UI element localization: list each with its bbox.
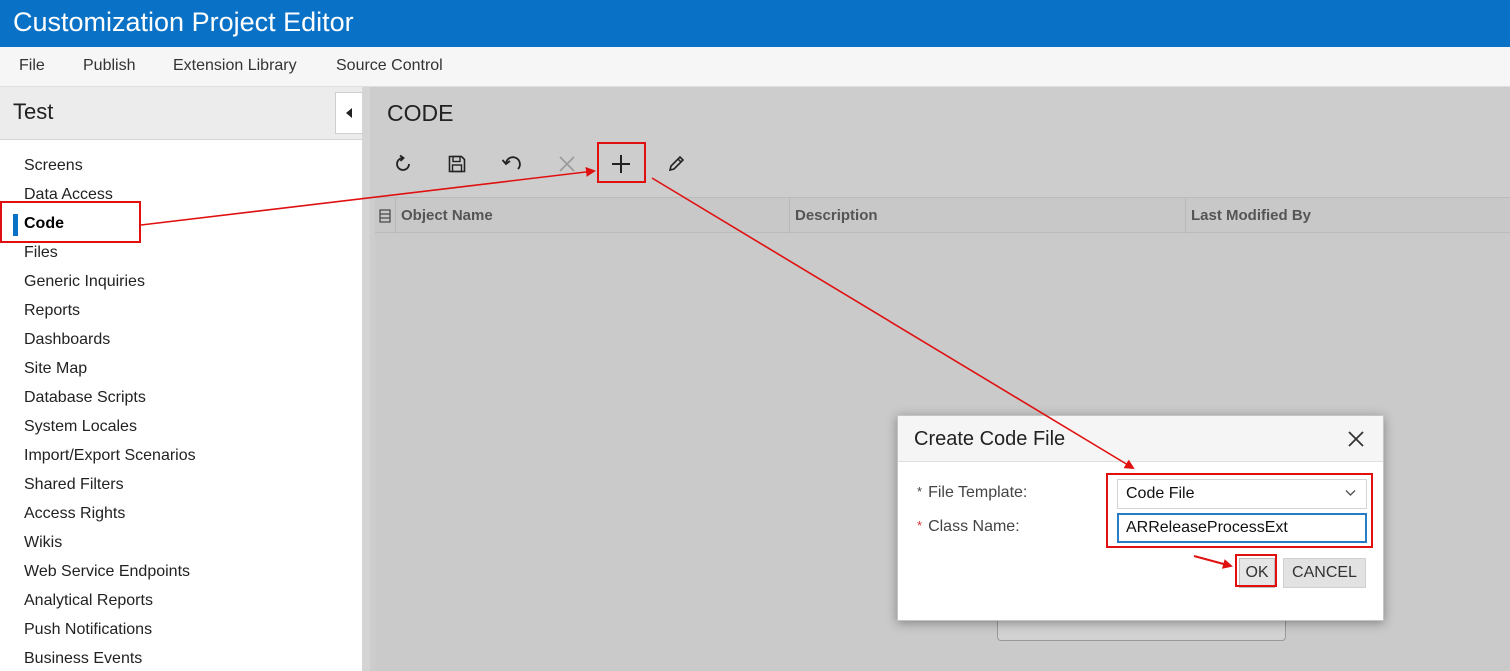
active-item-indicator xyxy=(13,214,18,236)
file-template-select[interactable]: Code File xyxy=(1117,479,1367,509)
column-description[interactable]: Description xyxy=(789,198,1185,233)
panel-splitter[interactable] xyxy=(363,87,370,671)
close-icon xyxy=(1348,431,1364,447)
row-selector-icon[interactable] xyxy=(375,198,395,233)
save-button[interactable] xyxy=(442,149,472,179)
sidebar-item-database-scripts[interactable]: Database Scripts xyxy=(24,389,146,407)
refresh-icon xyxy=(396,154,410,171)
sidebar-item-generic-inquiries[interactable]: Generic Inquiries xyxy=(24,273,145,291)
sidebar-item-dashboards[interactable]: Dashboards xyxy=(24,331,110,349)
cancel-button[interactable]: CANCEL xyxy=(1283,558,1366,588)
add-icon xyxy=(612,155,630,173)
menu-file[interactable]: File xyxy=(19,57,45,75)
required-marker: * xyxy=(917,518,923,533)
ok-button[interactable]: OK xyxy=(1239,558,1275,588)
sidebar-item-import-export-scenarios[interactable]: Import/Export Scenarios xyxy=(24,447,196,465)
menu-extension-library[interactable]: Extension Library xyxy=(173,57,297,75)
sidebar-item-code[interactable]: Code xyxy=(24,215,64,233)
edit-icon xyxy=(668,155,685,172)
save-icon xyxy=(448,155,466,173)
column-object-name[interactable]: Object Name xyxy=(395,198,789,233)
dialog-header: Create Code File xyxy=(898,416,1383,462)
undo-icon xyxy=(501,156,521,170)
sidebar-item-analytical-reports[interactable]: Analytical Reports xyxy=(24,592,153,610)
sidebar-item-files[interactable]: Files xyxy=(24,244,58,262)
sidebar-item-system-locales[interactable]: System Locales xyxy=(24,418,137,436)
sidebar-item-wikis[interactable]: Wikis xyxy=(24,534,62,552)
sidebar-item-access-rights[interactable]: Access Rights xyxy=(24,505,125,523)
required-marker: * xyxy=(917,484,923,499)
project-sidebar: Test Screens Data Access Code Files Gene… xyxy=(0,87,363,671)
undo-button[interactable] xyxy=(497,149,527,179)
class-name-input[interactable] xyxy=(1117,513,1367,543)
dialog-title: Create Code File xyxy=(914,428,1066,450)
sidebar-item-shared-filters[interactable]: Shared Filters xyxy=(24,476,124,494)
delete-icon xyxy=(559,156,575,172)
sidebar-item-push-notifications[interactable]: Push Notifications xyxy=(24,621,152,639)
class-name-label: * Class Name: xyxy=(917,518,1020,535)
delete-button[interactable] xyxy=(552,149,582,179)
create-code-file-dialog: Create Code File * File Template: Code Fi… xyxy=(897,415,1384,621)
menu-bar: File Publish Extension Library Source Co… xyxy=(0,47,1510,87)
chevron-down-icon xyxy=(1345,490,1356,496)
grid-header: Object Name Description Last Modified By xyxy=(375,197,1510,233)
file-template-value: Code File xyxy=(1126,485,1195,502)
menu-source-control[interactable]: Source Control xyxy=(336,57,443,75)
sidebar-item-data-access[interactable]: Data Access xyxy=(24,186,113,204)
menu-publish[interactable]: Publish xyxy=(83,57,135,75)
edit-button[interactable] xyxy=(661,149,691,179)
file-template-label: * File Template: xyxy=(917,484,1028,501)
collapse-sidebar-button[interactable] xyxy=(335,92,362,134)
sidebar-item-web-service-endpoints[interactable]: Web Service Endpoints xyxy=(24,563,190,581)
dialog-close-button[interactable] xyxy=(1347,430,1365,448)
project-name: Test xyxy=(13,99,54,124)
sidebar-item-site-map[interactable]: Site Map xyxy=(24,360,87,378)
title-bar: Customization Project Editor xyxy=(0,0,1510,47)
sidebar-header: Test xyxy=(0,87,362,140)
sidebar-item-screens[interactable]: Screens xyxy=(24,157,83,175)
add-button[interactable] xyxy=(606,149,636,179)
refresh-button[interactable] xyxy=(388,149,418,179)
sidebar-item-business-events[interactable]: Business Events xyxy=(24,650,142,668)
page-title: CODE xyxy=(387,100,454,126)
column-last-modified-by[interactable]: Last Modified By xyxy=(1185,198,1510,233)
sidebar-item-reports[interactable]: Reports xyxy=(24,302,80,320)
app-title: Customization Project Editor xyxy=(13,7,354,37)
caret-left-icon xyxy=(346,108,352,118)
